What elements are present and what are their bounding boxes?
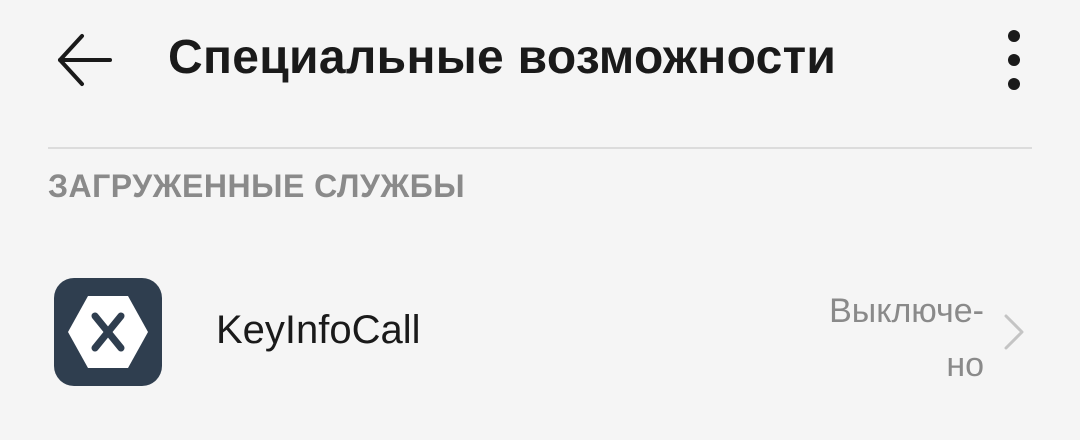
more-options-button[interactable]: [988, 24, 1040, 96]
more-vert-icon: [1008, 30, 1020, 90]
back-button[interactable]: [48, 24, 120, 96]
service-item-keyinfocall[interactable]: KeyInfoCall Выключе- но: [0, 260, 1080, 410]
page-title: Специальные возможности: [168, 31, 837, 84]
service-status: Выключе- но: [784, 284, 984, 392]
service-name: KeyInfoCall: [216, 308, 421, 352]
service-status-line2: но: [946, 346, 984, 384]
section-header: ЗАГРУЖЕННЫЕ СЛУЖБЫ: [48, 168, 466, 204]
app-bar: Специальные возможности: [0, 0, 1080, 120]
xamarin-app-icon: [54, 278, 162, 386]
divider: [48, 147, 1032, 149]
service-status-line1: Выключе-: [829, 292, 984, 330]
chevron-right-icon: [1004, 314, 1024, 350]
arrow-left-icon: [58, 34, 112, 86]
